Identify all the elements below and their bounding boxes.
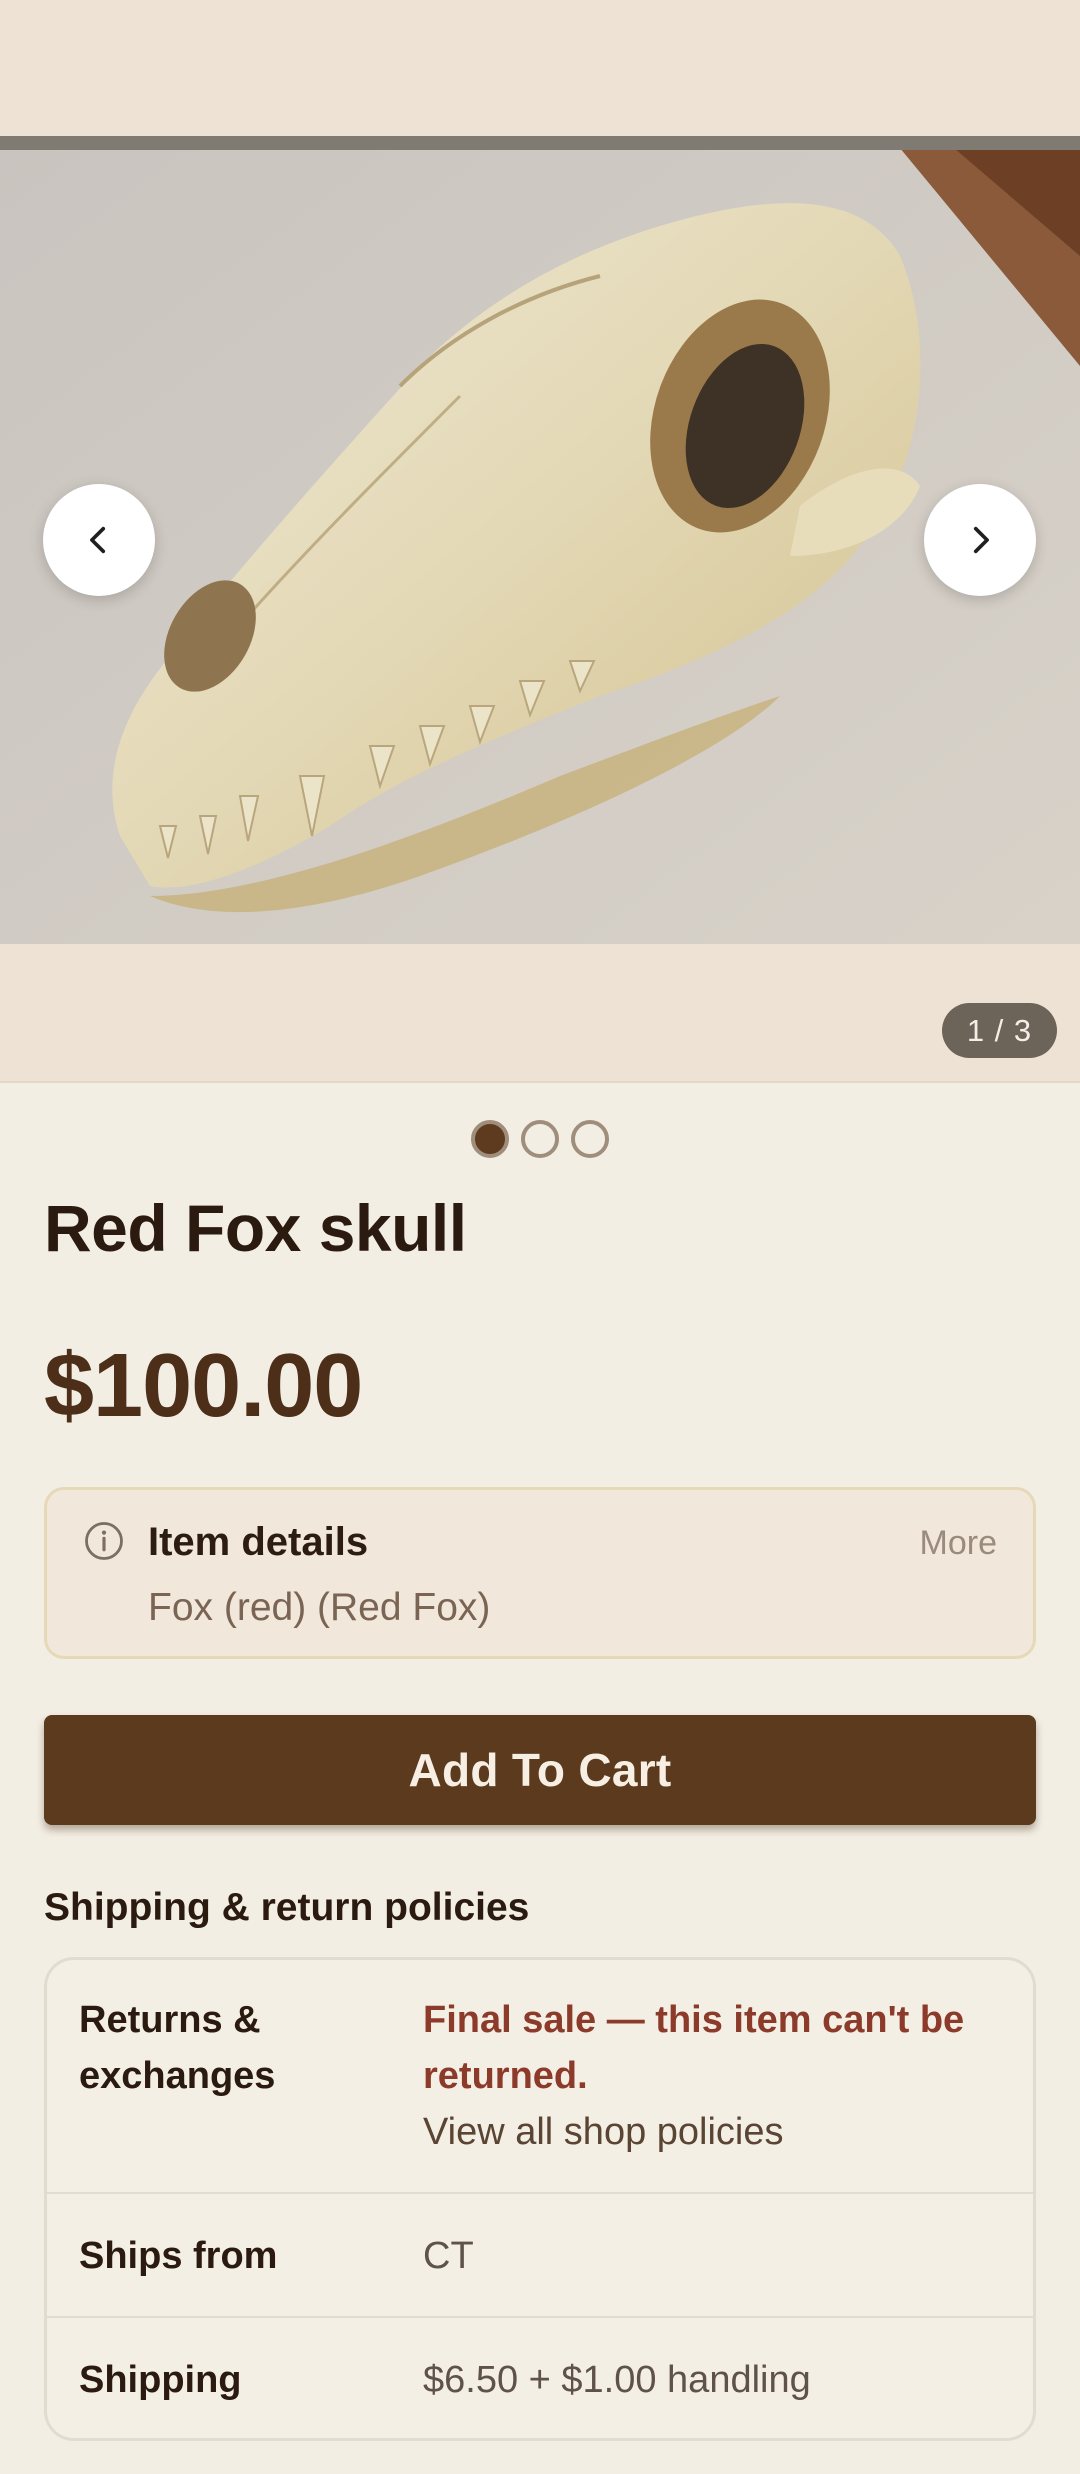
policies-heading: Shipping & return policies [44,1886,530,1929]
policy-label: Returns & exchanges [79,1999,276,2097]
add-to-cart-button[interactable]: Add To Cart [44,1715,1036,1825]
policies-table: Returns & exchanges Final sale — this it… [44,1957,1036,2441]
product-photo[interactable] [0,136,1080,944]
product-page: 1 / 3 Red Fox skull $100.00 Item details… [0,0,1080,2474]
policy-value: $6.50 + $1.00 handling [423,2359,811,2401]
policy-label: Ships from [79,2235,278,2277]
policy-value: Final sale — this item can't be returned… [423,1992,1003,2160]
policy-row-ships-from: Ships from CT [47,2194,1033,2318]
view-shop-policies-link[interactable]: View all shop policies [423,2104,1003,2160]
image-counter-badge: 1 / 3 [942,1003,1057,1058]
image-gallery: 1 / 3 [0,0,1080,1083]
previous-image-button[interactable] [43,484,155,596]
policy-row-shipping: Shipping $6.50 + $1.00 handling [47,2318,1033,2438]
item-details-card: Item details More Fox (red) (Red Fox) [44,1487,1036,1659]
gallery-dot-3[interactable] [571,1120,609,1158]
next-image-button[interactable] [924,484,1036,596]
product-title: Red Fox skull [44,1191,467,1265]
chevron-left-icon [90,526,106,554]
gallery-dot-1[interactable] [471,1120,509,1158]
chevron-right-icon [973,526,989,554]
item-details-heading: Item details [148,1520,369,1564]
product-price: $100.00 [44,1336,363,1436]
final-sale-notice: Final sale — this item can't be returned… [423,1999,965,2097]
policy-value: CT [423,2235,474,2277]
item-details-more-link[interactable]: More [920,1524,997,1563]
policy-row-returns: Returns & exchanges Final sale — this it… [47,1960,1033,2194]
fox-skull-image [0,136,1080,944]
info-icon [85,1522,123,1560]
gallery-dot-2[interactable] [521,1120,559,1158]
policy-label: Shipping [79,2359,242,2401]
item-details-value: Fox (red) (Red Fox) [148,1586,491,1629]
gallery-pagination [0,1120,1080,1158]
